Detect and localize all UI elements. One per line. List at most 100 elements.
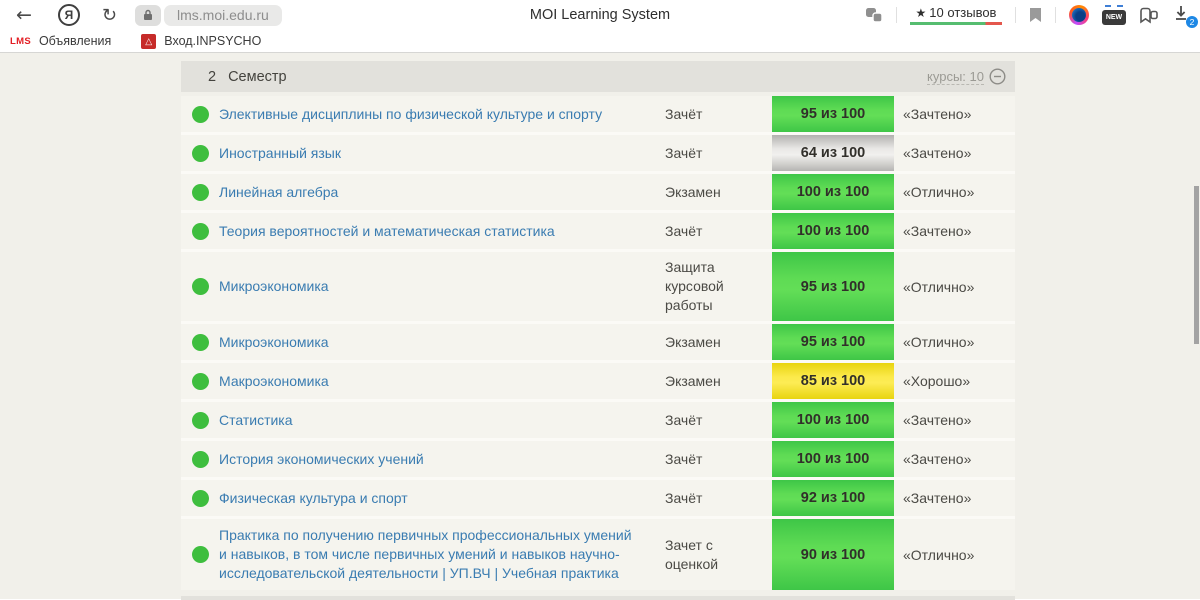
- course-name-cell: Физическая культура и спорт: [219, 480, 665, 516]
- semester-title: Семестр: [228, 68, 287, 85]
- course-name-cell: Теория вероятностей и математическая ста…: [219, 213, 665, 249]
- status-dot-cell: [181, 96, 219, 132]
- control-type-cell: Экзамен: [665, 333, 721, 350]
- site-reviews[interactable]: ★ 10 отзывов: [910, 5, 1002, 25]
- status-dot-icon: [191, 333, 209, 351]
- status-dot-cell: [181, 213, 219, 249]
- yandex-browser-icon[interactable]: Я: [57, 4, 80, 26]
- grade-cell: «Зачтено»: [903, 451, 972, 467]
- status-dot-icon: [191, 546, 209, 563]
- grade-cell: «Зачтено»: [903, 223, 972, 239]
- grade-cell: «Отлично»: [903, 334, 975, 350]
- back-button[interactable]: ←: [16, 4, 32, 26]
- status-dot-icon: [191, 450, 209, 468]
- bookmark-item-announcements[interactable]: LMS Объявления: [10, 34, 111, 48]
- course-link[interactable]: Теория вероятностей и математическая ста…: [219, 222, 555, 241]
- divider: [896, 7, 897, 23]
- status-dot-cell: [181, 480, 219, 516]
- control-type-cell: Зачет с оценкой: [665, 536, 719, 572]
- table-row: Элективные дисциплины по физической куль…: [181, 96, 1015, 132]
- control-type-cell: Зачёт: [665, 411, 703, 428]
- status-dot-cell: [181, 252, 219, 321]
- course-link[interactable]: Микроэкономика: [219, 277, 329, 296]
- status-dot-icon: [191, 489, 209, 507]
- collections-icon[interactable]: [1139, 7, 1159, 24]
- status-dot-cell: [181, 174, 219, 210]
- address-bar[interactable]: lms.moi.edu.ru: [135, 4, 282, 26]
- downloads-button[interactable]: 2: [1172, 4, 1198, 28]
- course-link[interactable]: Практика по получению первичных професси…: [219, 526, 635, 583]
- semester-header-3: 3 Семестр курсы: 10: [181, 596, 1015, 600]
- course-name-cell: Практика по получению первичных професси…: [219, 519, 665, 590]
- course-link[interactable]: Линейная алгебра: [219, 183, 338, 202]
- course-link[interactable]: Элективные дисциплины по физической куль…: [219, 105, 602, 124]
- control-type-cell: Зачёт: [665, 222, 703, 239]
- status-dot-cell: [181, 135, 219, 171]
- control-type-cell: Экзамен: [665, 372, 721, 389]
- course-link[interactable]: История экономических учений: [219, 450, 424, 469]
- status-dot-icon: [191, 278, 209, 295]
- course-link[interactable]: Иностранный язык: [219, 144, 341, 163]
- score-badge: 95 из 100: [772, 324, 894, 360]
- bookmark-label: Объявления: [38, 34, 112, 48]
- status-dot-icon: [191, 105, 209, 123]
- course-name-cell: Микроэкономика: [219, 252, 665, 321]
- status-dot-icon: [191, 222, 209, 240]
- collapse-semester-button[interactable]: [989, 68, 1006, 85]
- star-icon: ★: [915, 6, 927, 20]
- extension-icon[interactable]: [1069, 5, 1089, 25]
- course-name-cell: Макроэкономика: [219, 363, 665, 399]
- control-type-cell: Экзамен: [665, 183, 721, 200]
- status-dot-icon: [191, 144, 209, 162]
- grade-cell: «Зачтено»: [903, 412, 972, 428]
- semester-number: 2: [208, 68, 217, 85]
- table-row: Линейная алгебра Экзамен 100 из 100 «Отл…: [181, 174, 1015, 210]
- score-badge: 95 из 100: [772, 252, 894, 321]
- table-row: Практика по получению первичных професси…: [181, 519, 1015, 590]
- status-dot-cell: [181, 519, 219, 590]
- status-dot-cell: [181, 324, 219, 360]
- course-link[interactable]: Макроэкономика: [219, 372, 329, 391]
- table-row: История экономических учений Зачёт 100 и…: [181, 441, 1015, 477]
- protect-icon[interactable]: [865, 7, 883, 23]
- status-dot-cell: [181, 441, 219, 477]
- score-badge: 100 из 100: [772, 402, 894, 438]
- vertical-scrollbar-thumb[interactable]: [1194, 186, 1199, 344]
- status-dot-icon: [191, 411, 209, 429]
- table-row: Иностранный язык Зачёт 64 из 100 «Зачтен…: [181, 135, 1015, 171]
- bookmark-item-inpsycho[interactable]: △ Вход.INPSYCHO: [141, 33, 261, 49]
- status-dot-cell: [181, 363, 219, 399]
- grade-cell: «Зачтено»: [903, 490, 972, 506]
- course-link[interactable]: Микроэкономика: [219, 333, 329, 352]
- url-text[interactable]: lms.moi.edu.ru: [164, 4, 282, 26]
- course-table-body: Элективные дисциплины по физической куль…: [181, 96, 1015, 590]
- reviews-label: ★ 10 отзывов: [915, 5, 997, 20]
- course-name-cell: Статистика: [219, 402, 665, 438]
- control-type-cell: Зачёт: [665, 489, 703, 506]
- score-badge: 85 из 100: [772, 363, 894, 399]
- course-link[interactable]: Статистика: [219, 411, 293, 430]
- course-name-cell: Иностранный язык: [219, 135, 665, 171]
- downloads-count-badge: 2: [1186, 16, 1198, 28]
- table-row: Теория вероятностей и математическая ста…: [181, 213, 1015, 249]
- bookmarks-bar: LMS Объявления △ Вход.INPSYCHO: [0, 30, 1200, 53]
- divider: [1055, 7, 1056, 23]
- course-link[interactable]: Физическая культура и спорт: [219, 489, 408, 508]
- rating-bar: [910, 22, 1002, 25]
- courses-count-link[interactable]: курсы: 10: [927, 69, 984, 85]
- lock-icon[interactable]: [135, 4, 162, 26]
- table-row: Статистика Зачёт 100 из 100 «Зачтено»: [181, 402, 1015, 438]
- course-name-cell: Элективные дисциплины по физической куль…: [219, 96, 665, 132]
- table-row: Микроэкономика Экзамен 95 из 100 «Отличн…: [181, 324, 1015, 360]
- control-type-cell: Защита курсовой работы: [665, 259, 724, 313]
- grade-cell: «Хорошо»: [903, 373, 971, 389]
- refresh-button[interactable]: ↻: [102, 5, 117, 26]
- bookmark-flag-icon[interactable]: [1029, 7, 1042, 23]
- control-type-cell: Зачёт: [665, 105, 703, 122]
- course-name-cell: Линейная алгебра: [219, 174, 665, 210]
- score-badge: 100 из 100: [772, 174, 894, 210]
- new-badge-icon[interactable]: NEW: [1102, 5, 1126, 25]
- status-dot-icon: [191, 183, 209, 201]
- score-badge: 64 из 100: [772, 135, 894, 171]
- status-dot-cell: [181, 402, 219, 438]
